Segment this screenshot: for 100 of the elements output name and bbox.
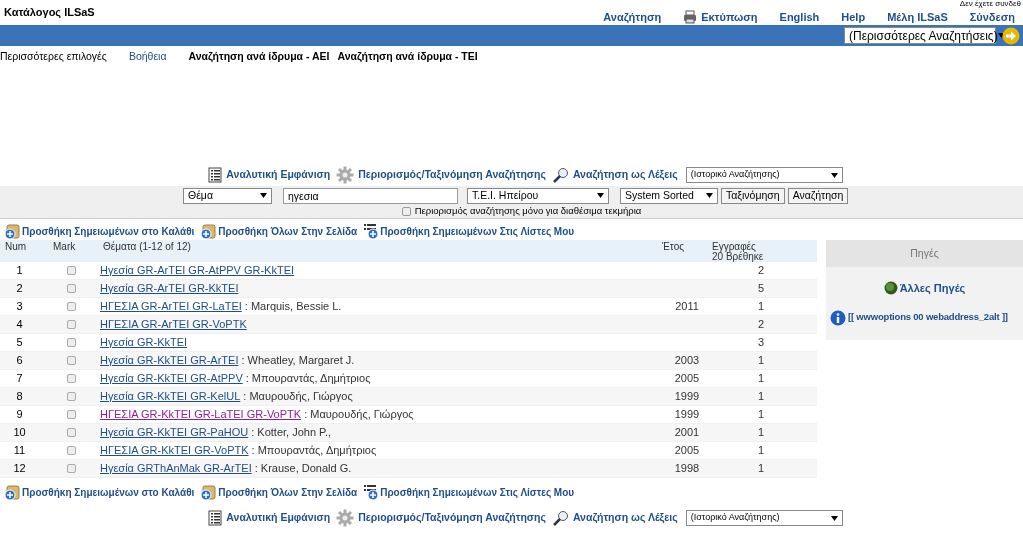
- mark-checkbox[interactable]: [67, 356, 76, 365]
- help-link[interactable]: Βοήθεια: [128, 49, 167, 65]
- subject-link[interactable]: Ηγεσία GRThAnMak GR-ArTEI: [100, 460, 252, 477]
- mark-checkbox[interactable]: [67, 284, 76, 293]
- action-link[interactable]: Προσθήκη Σημειωμένων Στις Λίστες Μου: [363, 223, 575, 239]
- subject-link[interactable]: ΗΓΕΣΙΑ GR-KkTEI GR-VoPTK: [100, 442, 249, 459]
- bag-plus-icon: [4, 222, 21, 240]
- count-cell-text: 2: [756, 317, 764, 333]
- caret-icon: [597, 193, 604, 198]
- search-icon: [551, 166, 569, 184]
- mark-checkbox[interactable]: [67, 266, 76, 275]
- count-cell-text: 1: [756, 407, 764, 423]
- author-text: : Wheatley, Margaret J.: [240, 353, 355, 369]
- row-number: 5: [15, 335, 24, 351]
- row-number: 10: [12, 425, 27, 441]
- subject-link[interactable]: Ηγεσία GR-ArTEI GR-AtPPV GR-KkTEI: [100, 262, 295, 279]
- other-sources-link[interactable]: Άλλες Πηγές: [883, 280, 966, 297]
- toolbar-link[interactable]: Αναζήτηση ως Λέξεις: [551, 166, 678, 184]
- nav-link[interactable]: Αναζήτηση: [603, 10, 662, 24]
- author-text: : Μπουραντάς, Δημήτριος: [244, 371, 371, 387]
- printer-icon: [683, 10, 698, 24]
- list-plus-icon: [363, 223, 380, 239]
- checkbox-label: Περιορισμός αναζήτησης μόνο για διαθέσιμα τεκμήρια: [414, 204, 642, 219]
- author-text: : Marquis, Bessie L.: [243, 299, 342, 315]
- row-number: 11: [12, 443, 27, 459]
- nav-link[interactable]: Help: [841, 10, 866, 24]
- action-link[interactable]: Προσθήκη Όλων Στην Σελίδα: [200, 222, 358, 240]
- mark-checkbox[interactable]: [67, 302, 76, 311]
- mark-checkbox[interactable]: [67, 446, 76, 455]
- subject-link[interactable]: Ηγεσία GR-ArTEI GR-KkTEI: [100, 280, 239, 297]
- toolbar-link[interactable]: Περιορισμός/Ταξινόμηση Αναζήτησης: [336, 509, 546, 527]
- toolbar-link[interactable]: Αναζήτηση ως Λέξεις: [551, 509, 678, 527]
- row-number: 2: [15, 281, 24, 297]
- toolbar-link[interactable]: Αναλυτική Εμφάνιση: [208, 510, 331, 526]
- gear-icon: [336, 166, 355, 184]
- author-text: : Μπουραντάς, Δημήτριος: [250, 443, 377, 459]
- count-cell-text: 1: [756, 425, 764, 441]
- nav-link[interactable]: English: [779, 10, 820, 24]
- action-link[interactable]: Προσθήκη Σημειωμένων Στις Λίστες Μου: [363, 484, 575, 500]
- info-icon: [830, 309, 846, 326]
- year-cell-text: 1999: [673, 407, 701, 423]
- nav-link[interactable]: Εκτύπωση: [683, 10, 758, 24]
- toolbar-link[interactable]: Περιορισμός/Ταξινόμηση Αναζήτησης: [336, 166, 546, 184]
- column-header: Mark: [52, 240, 77, 254]
- mark-checkbox[interactable]: [67, 464, 76, 473]
- row-number: 6: [15, 353, 24, 369]
- search-icon: [551, 509, 569, 527]
- field-select[interactable]: Θέμα: [183, 187, 272, 204]
- year-cell-text: 2003: [673, 353, 701, 369]
- option-link[interactable]: Αναζήτηση ανά ίδρυμα - ΑΕΙ: [188, 49, 330, 65]
- sort-button[interactable]: Ταξινόμηση: [721, 187, 785, 204]
- row-number: 1: [15, 263, 24, 279]
- action-link[interactable]: Προσθήκη Σημειωμένων στο Καλάθι: [4, 483, 195, 501]
- nav-link[interactable]: Μέλη ILSaS: [887, 10, 948, 24]
- info-link[interactable]: [[ wwwoptions 00 webaddress_2alt ]]: [830, 309, 1023, 326]
- gear-icon: [336, 509, 355, 527]
- subject-link[interactable]: Ηγεσία GR-KkTEI: [100, 334, 188, 351]
- subject-link[interactable]: Ηγεσία GR-KkTEI GR-KelUL: [100, 388, 241, 405]
- login-status: Δεν έχετε συνδεθ: [959, 0, 1021, 8]
- option-link[interactable]: Περισσότερες επιλογές: [0, 49, 107, 65]
- subject-link[interactable]: ΗΓΕΣΙΑ GR-ArTEI GR-LaTEI: [100, 298, 242, 315]
- year-cell-text: 2001: [673, 425, 701, 441]
- author-text: : Μαυρουδής, Γιώργος: [242, 389, 353, 405]
- list-icon: [208, 510, 223, 526]
- mark-checkbox[interactable]: [67, 374, 76, 383]
- subject-link[interactable]: ΗΓΕΣΙΑ GR-KkTEI GR-LaTEI GR-VoPTK: [100, 406, 302, 423]
- row-number: 7: [15, 371, 24, 387]
- library-select[interactable]: Τ.Ε.Ι. Ηπείρου: [467, 187, 609, 204]
- row-number: 8: [15, 389, 24, 405]
- row-number: 4: [15, 317, 24, 333]
- row-number: 3: [15, 299, 24, 315]
- caret-icon: [830, 515, 838, 521]
- bag-plus-icon: [200, 483, 218, 501]
- option-link[interactable]: Αναζήτηση ανά ίδρυμα - ΤΕΙ: [337, 49, 478, 65]
- subject-link[interactable]: Ηγεσία GR-KkTEI GR-ArTEI: [100, 352, 239, 369]
- sort-select[interactable]: System Sorted: [620, 187, 718, 204]
- column-header: Έτος: [662, 240, 686, 254]
- count-cell-text: 5: [756, 281, 764, 297]
- caret-icon: [830, 172, 838, 178]
- search-button[interactable]: Αναζήτηση: [787, 187, 849, 204]
- mark-checkbox[interactable]: [67, 338, 76, 347]
- mark-checkbox[interactable]: [67, 428, 76, 437]
- checkbox[interactable]: [401, 207, 411, 216]
- year-cell-text: 2005: [673, 443, 701, 459]
- history-select[interactable]: (Ιστορικό Αναζήτησης): [685, 510, 843, 526]
- list-icon: [208, 167, 223, 183]
- search-field[interactable]: ηγεσια: [283, 187, 458, 204]
- toolbar-link[interactable]: Αναλυτική Εμφάνιση: [208, 167, 331, 183]
- action-link[interactable]: Προσθήκη Σημειωμένων στο Καλάθι: [4, 222, 195, 240]
- history-select[interactable]: (Ιστορικό Αναζήτησης): [685, 167, 843, 183]
- subject-link[interactable]: ΗΓΕΣΙΑ GR-ArTEI GR-VoPTK: [100, 316, 247, 333]
- subject-link[interactable]: Ηγεσία GR-KkTEI GR-PaHOU: [100, 424, 249, 441]
- nav-link[interactable]: Σύνδεση: [969, 10, 1015, 24]
- action-link[interactable]: Προσθήκη Όλων Στην Σελίδα: [200, 483, 358, 501]
- count-cell-text: 1: [756, 443, 764, 459]
- column-header: 20 Βρέθηκε: [712, 252, 764, 262]
- mark-checkbox[interactable]: [67, 320, 76, 329]
- mark-checkbox[interactable]: [67, 392, 76, 401]
- mark-checkbox[interactable]: [67, 410, 76, 419]
- subject-link[interactable]: Ηγεσία GR-KkTEI GR-AtPPV: [100, 370, 243, 387]
